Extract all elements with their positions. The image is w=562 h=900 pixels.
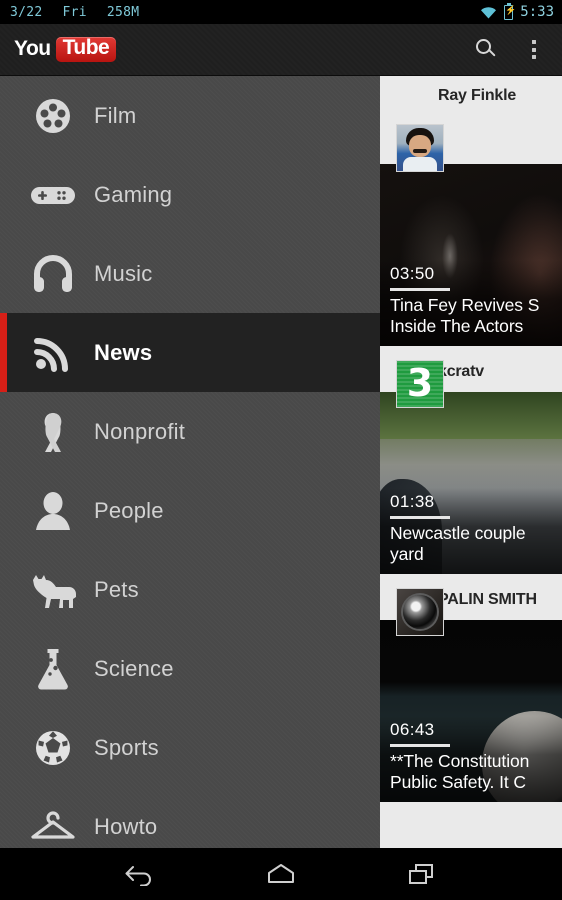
video-thumbnail[interactable]: 06:43 **The Constitution Public Safety. … [380,620,562,802]
recent-apps-icon[interactable] [399,857,445,891]
soccer-ball-icon [26,724,80,772]
progress-bar [390,744,450,747]
camera-lens-icon [403,595,437,629]
youtube-logo[interactable]: You Tube [14,37,117,62]
video-card[interactable]: PALIN SMITH 06:43 **The Constitution Pub… [380,580,562,802]
sidebar-item-sports[interactable]: Sports [0,708,380,787]
video-card[interactable]: Ray Finkle 03:50 Tina Fey Revives S Insi… [380,76,562,346]
status-day: Fri [62,4,87,20]
video-thumbnail[interactable]: 01:38 Newcastle couple yard [380,392,562,574]
sidebar-item-music[interactable]: Music [0,234,380,313]
film-reel-icon [26,92,80,140]
sidebar-item-science[interactable]: Science [0,629,380,708]
video-title-line1: **The Constitution [390,750,530,771]
logo-you-text: You [14,37,51,61]
status-bar-right: 5:33 [480,2,554,20]
sidebar-item-label: Gaming [94,181,173,207]
overflow-menu-icon[interactable] [532,40,536,59]
video-title-line1: Tina Fey Revives S [390,294,540,315]
status-time: 5:33 [520,4,554,20]
video-title-line2: Inside The Actors [390,316,524,337]
sidebar-item-label: People [94,497,164,523]
sidebar-item-film[interactable]: Film [0,76,380,155]
channel-name: kcratv [438,363,484,380]
thumbnail-overlay: 06:43 **The Constitution Public Safety. … [380,716,562,802]
thumbnail-overlay: 03:50 Tina Fey Revives S Inside The Acto… [380,260,562,346]
sidebar-item-pets[interactable]: Pets [0,550,380,629]
sidebar-item-label: News [94,339,153,365]
hanger-icon [26,803,80,849]
status-date: 3/22 [10,4,43,20]
sidebar-item-label: Science [94,655,174,681]
video-title-line1: Newcastle couple [390,522,526,543]
video-duration: 06:43 [390,720,435,740]
avatar-channel-number: 3 [406,361,434,405]
sidebar-item-label: Pets [94,576,139,602]
video-thumbnail[interactable]: 03:50 Tina Fey Revives S Inside The Acto… [380,164,562,346]
progress-bar [390,288,450,291]
ribbon-icon [26,408,80,456]
system-navigation-bar [0,848,562,900]
status-bar-left: 3/22 Fri 258M [10,5,139,20]
sidebar-item-howto[interactable]: Howto [0,787,380,848]
navigation-drawer[interactable]: Film Gaming Music News Nonprofit People … [0,76,380,848]
battery-charging-icon [504,2,517,20]
rss-feed-icon [26,329,80,377]
progress-bar [390,516,450,519]
sidebar-item-news[interactable]: News [0,313,380,392]
dog-icon [26,566,80,614]
channel-avatar[interactable] [396,124,444,172]
sidebar-item-gaming[interactable]: Gaming [0,155,380,234]
sidebar-item-people[interactable]: People [0,471,380,550]
sidebar-item-label: Howto [94,813,158,839]
channel-name: PALIN SMITH [438,591,537,608]
video-card[interactable]: kcratv 3 01:38 Newcastle couple yard [380,352,562,574]
flask-icon [26,645,80,693]
thumbnail-overlay: 01:38 Newcastle couple yard [380,488,562,574]
action-bar-actions [476,38,548,61]
status-memory: 258M [106,4,140,20]
home-icon[interactable] [258,857,304,891]
card-header: Ray Finkle [380,76,562,116]
video-title-line2: Public Safety. It C [390,772,526,793]
video-title-line2: yard [390,544,424,565]
sidebar-item-label: Nonprofit [94,418,186,444]
channel-name: Ray Finkle [438,87,517,104]
sidebar-item-label: Sports [94,734,159,760]
gamepad-icon [26,171,80,219]
sidebar-item-label: Music [94,260,153,286]
person-icon [26,487,80,535]
video-duration: 01:38 [390,492,435,512]
status-bar: 3/22 Fri 258M 5:33 [0,0,562,24]
channel-avatar[interactable]: 3 [396,360,444,408]
sidebar-item-nonprofit[interactable]: Nonprofit [0,392,380,471]
headphones-icon [26,250,80,298]
sidebar-item-label: Film [94,102,137,128]
search-icon[interactable] [476,38,498,61]
video-feed[interactable]: Ray Finkle 03:50 Tina Fey Revives S Insi… [380,76,562,848]
back-arrow-icon[interactable] [117,857,163,891]
wifi-icon [480,6,497,19]
channel-avatar[interactable] [396,588,444,636]
video-duration: 03:50 [390,264,435,284]
logo-tube-text: Tube [55,37,117,62]
action-bar: You Tube [0,24,562,76]
android-screen: 3/22 Fri 258M 5:33 You Tube [0,0,562,900]
